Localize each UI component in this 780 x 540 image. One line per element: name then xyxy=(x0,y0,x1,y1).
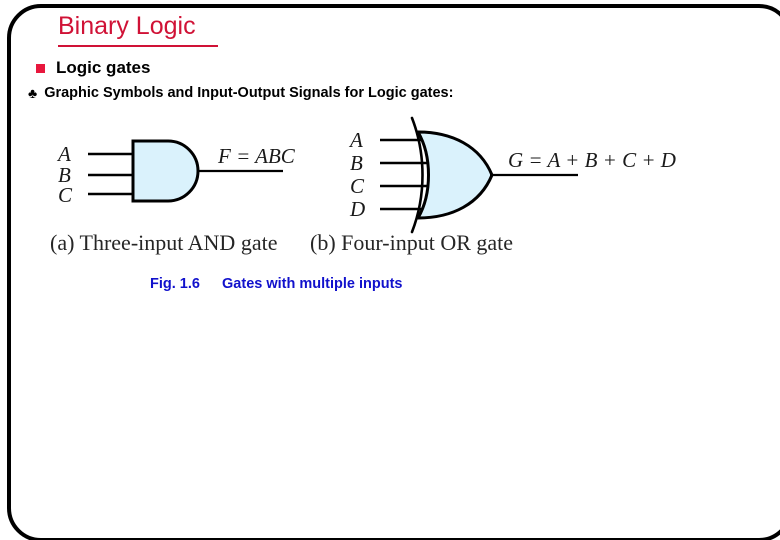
page-title: Binary Logic xyxy=(58,12,196,40)
bullet-item-graphic-symbols: ♣ Graphic Symbols and Input-Output Signa… xyxy=(28,85,453,101)
figure-caption: Fig. 1.6 Gates with multiple inputs xyxy=(150,276,403,292)
or-gate-input-label-d: D xyxy=(349,197,365,221)
bullet-item-label: Logic gates xyxy=(56,58,151,77)
slide-canvas: Binary Logic Logic gates ♣ Graphic Symbo… xyxy=(0,0,780,540)
or-gate-caption: (b) Four-input OR gate xyxy=(310,230,513,255)
bullet-item-label: Graphic Symbols and Input-Output Signals… xyxy=(44,85,454,101)
logic-gates-diagram: A B C F = ABC (a) Three-input AND gate A… xyxy=(50,116,676,255)
and-gate-output-expression: F = ABC xyxy=(217,144,296,168)
or-gate-input-label-a: A xyxy=(348,128,363,152)
or-gate-input-label-b: B xyxy=(350,151,363,175)
and-gate-group: A B C F = ABC (a) Three-input AND gate xyxy=(50,139,296,255)
or-gate-input-label-c: C xyxy=(350,174,365,198)
page-title-underline xyxy=(58,45,218,47)
bullet-item-logic-gates: Logic gates xyxy=(36,58,150,78)
figure-caption-number: Fig. 1.6 xyxy=(150,276,200,292)
club-bullet-icon: ♣ xyxy=(28,85,38,101)
logic-gates-figure: A B C F = ABC (a) Three-input AND gate A… xyxy=(0,110,780,300)
or-gate-group: A B C D G = A + B + C + D (b) Four-input… xyxy=(310,116,676,255)
figure-caption-text: Gates with multiple inputs xyxy=(222,276,403,292)
and-gate-input-label-c: C xyxy=(58,183,73,207)
or-gate-output-expression: G = A + B + C + D xyxy=(508,148,676,172)
and-gate-body xyxy=(131,139,200,203)
and-gate-caption: (a) Three-input AND gate xyxy=(50,230,277,255)
square-bullet-icon xyxy=(36,63,45,73)
or-gate-body xyxy=(416,130,494,220)
